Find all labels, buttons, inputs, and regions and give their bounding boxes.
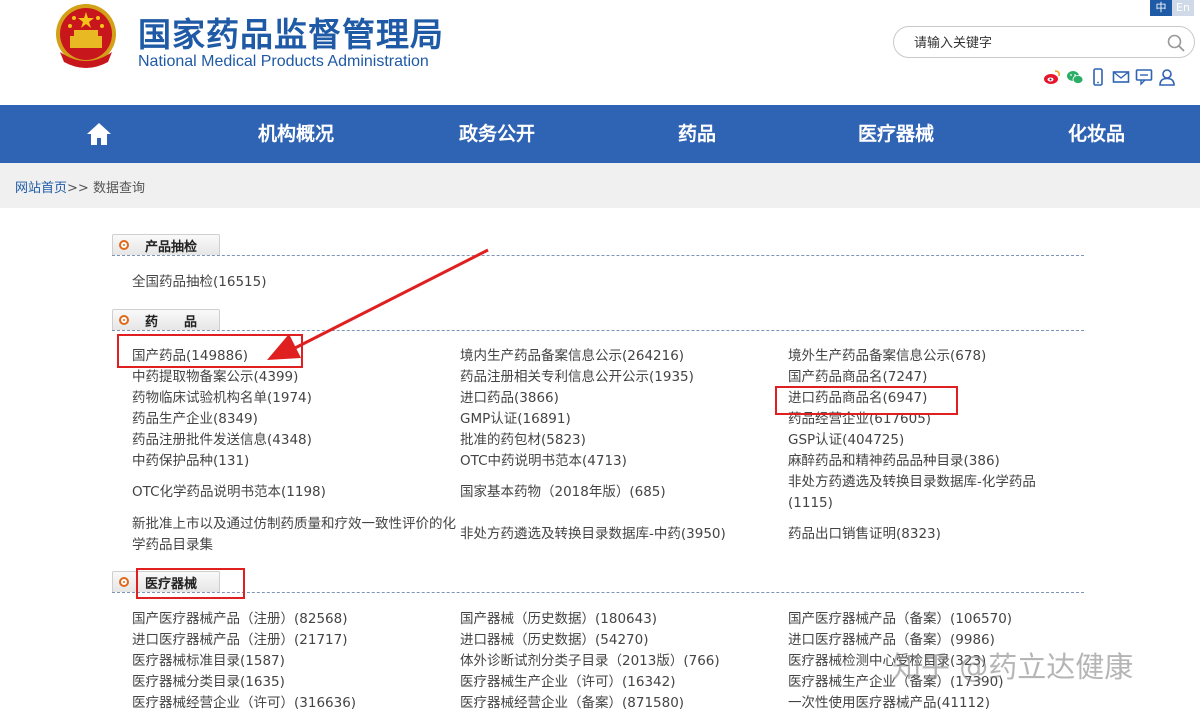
section-title: 产品抽检 [145, 240, 198, 255]
link-imported-drugs[interactable]: 进口药品(3866) [460, 388, 559, 409]
section-divider [112, 592, 1084, 593]
link-ivd-classification-2013[interactable]: 体外诊断试剂分类子目录（2013版）(766) [460, 651, 720, 672]
main-nav: 机构概况 政务公开 药品 医疗器械 化妆品 [0, 105, 1200, 163]
link-otc-conversion-tcm[interactable]: 非处方药遴选及转换目录数据库-中药(3950) [460, 524, 726, 545]
search-box [893, 26, 1195, 58]
link-otc-chemical-leaflet[interactable]: OTC化学药品说明书范本(1198) [132, 482, 326, 503]
link-registration-approval-info[interactable]: 药品注册批件发送信息(4348) [132, 430, 312, 451]
breadcrumb-bar: 网站首页>> 数据查询 [0, 163, 1200, 208]
link-drug-export-certificate[interactable]: 药品出口销售证明(8323) [788, 524, 941, 545]
site-title-en[interactable]: National Medical Products Administration [138, 53, 429, 71]
link-essential-medicines-2018[interactable]: 国家基本药物（2018年版）(685) [460, 482, 666, 503]
breadcrumb-current: 数据查询 [92, 181, 145, 196]
lang-cn-button[interactable]: 中 [1150, 0, 1172, 16]
nav-item-drugs[interactable]: 药品 [678, 105, 716, 163]
weibo-icon[interactable] [1043, 68, 1061, 86]
link-protected-tcm-varieties[interactable]: 中药保护品种(131) [132, 451, 249, 472]
link-clinical-trial-institutions[interactable]: 药物临床试验机构名单(1974) [132, 388, 312, 409]
lang-en-button[interactable]: En [1172, 0, 1194, 16]
link-drug-manufacturers[interactable]: 药品生产企业(8349) [132, 409, 258, 430]
link-device-distributor-license[interactable]: 医疗器械经营企业（许可）(316636) [132, 693, 356, 714]
highlight-box-medical-devices [136, 568, 245, 599]
bullet-icon [119, 577, 129, 587]
link-otc-tcm-leaflet[interactable]: OTC中药说明书范本(4713) [460, 451, 627, 472]
link-drug-patent-info[interactable]: 药品注册相关专利信息公开公示(1935) [460, 367, 694, 388]
language-switch: 中 En [1150, 0, 1194, 16]
highlight-box-imported-trade-names [775, 386, 958, 415]
link-domestic-device-history[interactable]: 国产器械（历史数据）(180643) [460, 609, 657, 630]
link-disposable-devices[interactable]: 一次性使用医疗器械产品(41112) [788, 693, 990, 714]
link-device-distributor-filing[interactable]: 医疗器械经营企业（备案）(871580) [460, 693, 684, 714]
nav-item-organization[interactable]: 机构概况 [258, 105, 334, 163]
social-icons [1043, 68, 1176, 86]
bullet-icon [119, 315, 129, 325]
annotation-arrow-icon [267, 248, 489, 360]
search-input[interactable] [912, 33, 1156, 53]
link-narcotic-psychotropic-catalog[interactable]: 麻醉药品和精神药品品种目录(386) [788, 451, 1000, 472]
feedback-icon[interactable] [1135, 68, 1153, 86]
link-device-standards[interactable]: 医疗器械标准目录(1587) [132, 651, 285, 672]
link-domestic-device-filing[interactable]: 国产医疗器械产品（备案）(106570) [788, 609, 1012, 630]
user-icon[interactable] [1158, 68, 1176, 86]
section-title: 药 品 [145, 315, 198, 330]
site-title-cn[interactable]: 国家药品监督管理局 [138, 8, 444, 56]
mobile-icon[interactable] [1089, 68, 1107, 86]
link-otc-conversion-chemical[interactable]: 非处方药遴选及转换目录数据库-化学药品(1115) [788, 472, 1068, 514]
search-icon[interactable] [1166, 33, 1186, 53]
link-domestic-drug-trade-names[interactable]: 国产药品商品名(7247) [788, 367, 927, 388]
watermark: 知乎 @药立达健康 [892, 650, 1134, 684]
link-generic-consistency-catalog[interactable]: 新批准上市以及通过仿制药质量和疗效一致性评价的化学药品目录集 [132, 514, 456, 556]
link-tcm-extract-filing[interactable]: 中药提取物备案公示(4399) [132, 367, 298, 388]
national-emblem-icon[interactable] [50, 2, 122, 70]
mail-icon[interactable] [1112, 68, 1130, 86]
link-approved-packaging[interactable]: 批准的药包材(5823) [460, 430, 586, 451]
breadcrumb-home-link[interactable]: 网站首页 [15, 181, 67, 196]
link-overseas-drug-filing[interactable]: 境外生产药品备案信息公示(678) [788, 346, 986, 367]
nav-item-cosmetics[interactable]: 化妆品 [1068, 105, 1125, 163]
site-header: 国家药品监督管理局 National Medical Products Admi… [0, 0, 1200, 105]
wechat-icon[interactable] [1066, 68, 1084, 86]
breadcrumb-separator: >> [67, 181, 89, 196]
nav-item-medical-devices[interactable]: 医疗器械 [858, 105, 934, 163]
link-national-drug-sampling[interactable]: 全国药品抽检(16515) [132, 272, 266, 293]
bullet-icon [119, 240, 129, 250]
link-gsp-certification[interactable]: GSP认证(404725) [788, 430, 904, 451]
link-domestic-device-registration[interactable]: 国产医疗器械产品（注册）(82568) [132, 609, 347, 630]
link-gmp-certification[interactable]: GMP认证(16891) [460, 409, 571, 430]
link-imported-device-history[interactable]: 进口器械（历史数据）(54270) [460, 630, 648, 651]
link-imported-device-registration[interactable]: 进口医疗器械产品（注册）(21717) [132, 630, 347, 651]
link-device-manufacturer-license[interactable]: 医疗器械生产企业（许可）(16342) [460, 672, 675, 693]
home-icon[interactable] [86, 121, 112, 147]
breadcrumb: 网站首页>> 数据查询 [15, 177, 145, 196]
nav-item-government-affairs[interactable]: 政务公开 [459, 105, 535, 163]
section-header-devices: 医疗器械 [112, 571, 1084, 593]
link-device-classification[interactable]: 医疗器械分类目录(1635) [132, 672, 285, 693]
